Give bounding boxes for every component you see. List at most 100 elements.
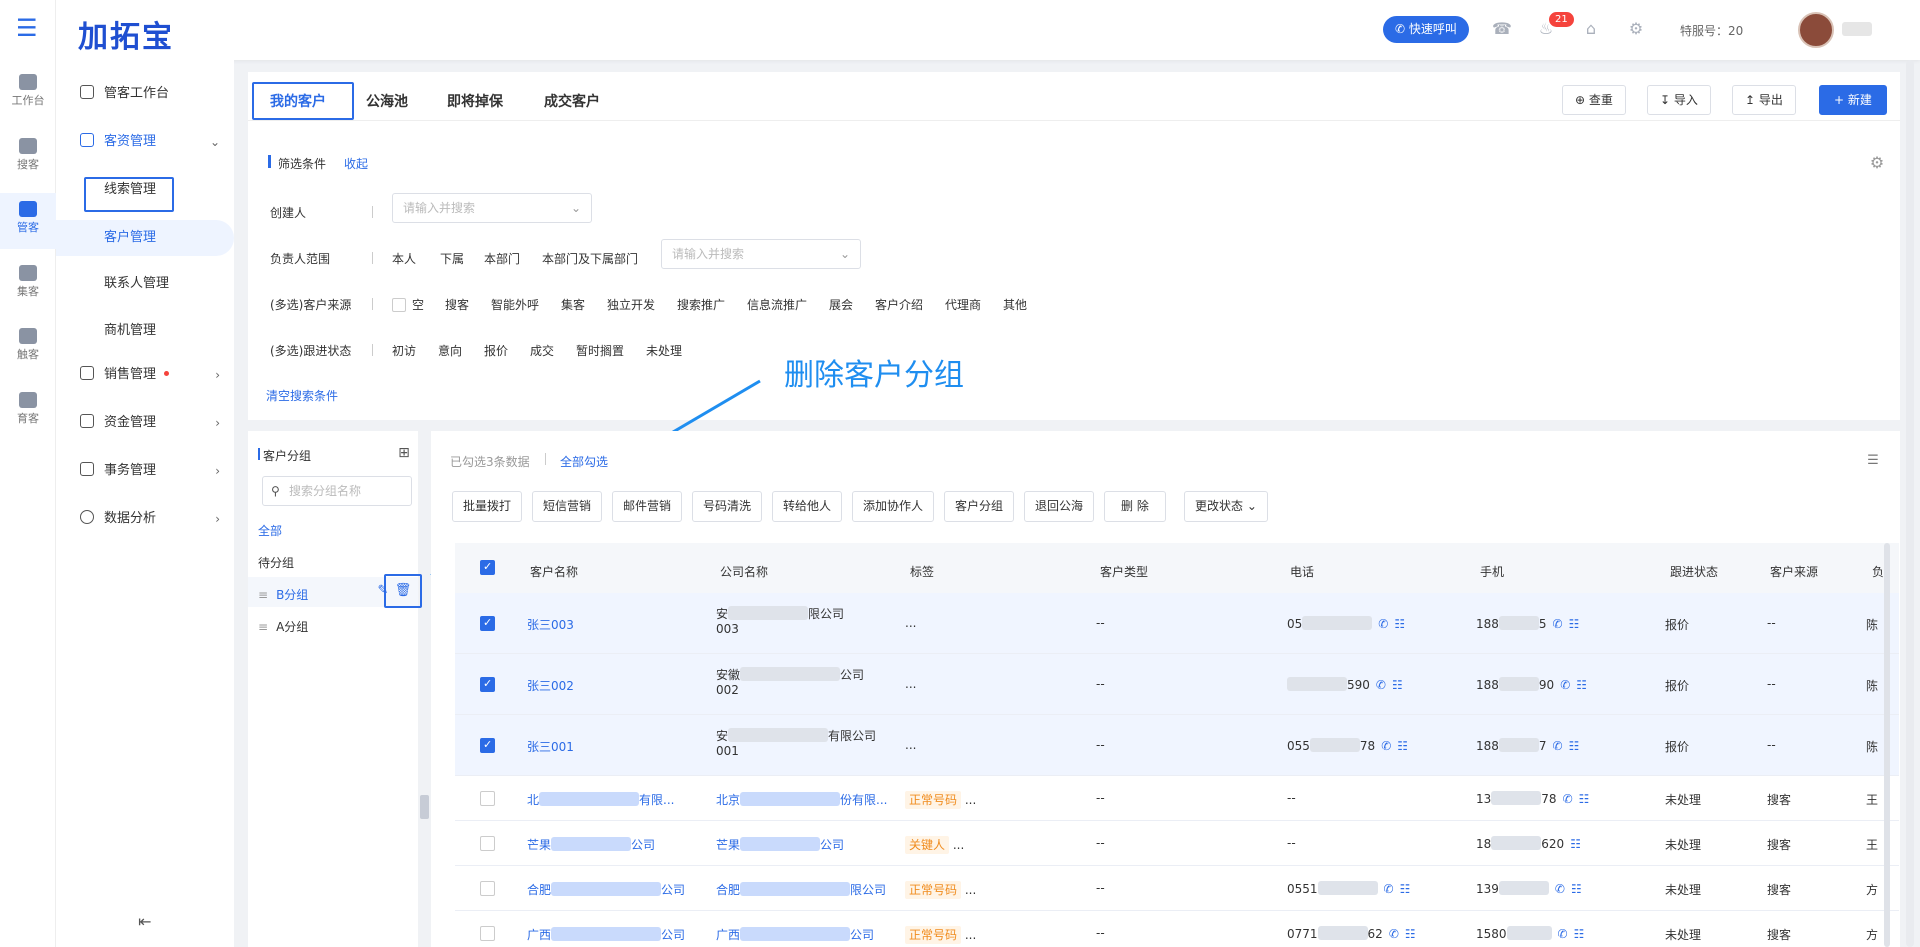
- page-scrollbar[interactable]: [1906, 60, 1914, 947]
- mobile-icon[interactable]: ☷: [1569, 617, 1580, 631]
- table-scrollbar[interactable]: [1884, 543, 1890, 947]
- change-status-button[interactable]: 更改状态 ⌄: [1184, 491, 1268, 522]
- customer-name[interactable]: 张三001: [527, 738, 574, 755]
- customer-name[interactable]: 张三002: [527, 677, 574, 694]
- tab-public-pool[interactable]: 公海池: [366, 91, 408, 111]
- phone-icon[interactable]: ✆: [1560, 678, 1570, 692]
- source-opt[interactable]: 代理商: [945, 296, 981, 313]
- import-button[interactable]: ↧ 导入: [1647, 85, 1711, 115]
- owner-opt-dept[interactable]: 本部门: [484, 250, 520, 267]
- trash-icon[interactable]: 🗑: [394, 582, 412, 600]
- mobile-icon[interactable]: ☷: [1397, 739, 1408, 753]
- phone-icon[interactable]: ✆: [1558, 927, 1568, 941]
- menu-sales[interactable]: 销售管理 ›: [56, 357, 234, 393]
- row-checkbox[interactable]: [480, 836, 495, 851]
- add-collaborator-button[interactable]: 添加协作人: [852, 491, 935, 522]
- source-opt[interactable]: 集客: [561, 296, 585, 313]
- select-all-checkbox[interactable]: [480, 560, 495, 575]
- group-b[interactable]: ≡ B分组: [258, 586, 308, 603]
- col-mobile[interactable]: 手机: [1480, 563, 1504, 580]
- owner-opt-sub[interactable]: 下属: [440, 250, 464, 267]
- mobile-icon[interactable]: ☷: [1405, 927, 1416, 941]
- source-opt[interactable]: 搜客: [445, 296, 469, 313]
- row-checkbox[interactable]: [480, 881, 495, 896]
- select-all-link[interactable]: 全部勾选: [560, 453, 608, 470]
- gear-icon[interactable]: ⚙: [1627, 20, 1645, 38]
- clear-filters-link[interactable]: 清空搜索条件: [266, 387, 338, 404]
- filter-settings-icon[interactable]: ⚙: [1868, 154, 1886, 172]
- rail-nurture[interactable]: 育客: [0, 392, 56, 436]
- follow-opt[interactable]: 报价: [484, 342, 508, 359]
- home-icon[interactable]: ⌂: [1582, 20, 1600, 38]
- source-opt[interactable]: 独立开发: [607, 296, 655, 313]
- customer-name[interactable]: 芒果 公司: [527, 836, 655, 853]
- delete-button[interactable]: 删 除: [1104, 491, 1166, 522]
- col-source[interactable]: 客户来源: [1770, 563, 1818, 580]
- headset-icon[interactable]: ☎: [1492, 20, 1512, 38]
- customer-name[interactable]: 广西 公司: [527, 926, 685, 943]
- phone-icon[interactable]: ✆: [1376, 678, 1386, 692]
- drag-handle-icon[interactable]: ≡: [258, 620, 268, 634]
- follow-opt[interactable]: 暂时搁置: [576, 342, 624, 359]
- owner-opt-self[interactable]: 本人: [392, 250, 416, 267]
- rail-search[interactable]: 搜客: [0, 138, 56, 182]
- brand-logo[interactable]: 加拓宝: [78, 12, 174, 56]
- group-all[interactable]: 全部: [258, 522, 282, 539]
- phone-icon[interactable]: ✆: [1563, 792, 1573, 806]
- mobile-icon[interactable]: ☷: [1400, 882, 1411, 896]
- source-opt[interactable]: 信息流推广: [747, 296, 807, 313]
- customer-name[interactable]: 张三003: [527, 616, 574, 633]
- mobile-icon[interactable]: ☷: [1394, 617, 1405, 631]
- menu-finance[interactable]: 资金管理 ›: [56, 405, 234, 441]
- phone-icon[interactable]: ✆: [1384, 882, 1394, 896]
- follow-opt[interactable]: 意向: [438, 342, 462, 359]
- batch-call-button[interactable]: 批量拨打: [452, 491, 523, 522]
- customer-group-button[interactable]: 客户分组: [944, 491, 1015, 522]
- menu-workbench[interactable]: 管客工作台: [56, 76, 234, 112]
- col-owner[interactable]: 负: [1872, 563, 1884, 580]
- source-opt[interactable]: 智能外呼: [491, 296, 539, 313]
- customer-name[interactable]: 合肥 公司: [527, 881, 685, 898]
- panel-collapse-handle[interactable]: [420, 795, 429, 819]
- company-name[interactable]: 广西 公司: [716, 926, 874, 943]
- rail-collect[interactable]: 集客: [0, 265, 56, 309]
- mobile-icon[interactable]: ☷: [1576, 678, 1587, 692]
- company-name[interactable]: 北京 份有限...: [716, 791, 887, 808]
- menu-contacts[interactable]: 联系人管理: [56, 266, 234, 302]
- follow-opt[interactable]: 成交: [530, 342, 554, 359]
- filter-collapse-link[interactable]: 收起: [344, 155, 368, 172]
- phone-icon[interactable]: ✆: [1553, 739, 1563, 753]
- follow-opt[interactable]: 未处理: [646, 342, 682, 359]
- mobile-icon[interactable]: ☷: [1392, 678, 1403, 692]
- owner-select[interactable]: 请输入并搜索 ⌄: [661, 239, 861, 269]
- export-button[interactable]: ↥ 导出: [1732, 85, 1796, 115]
- company-name[interactable]: 芒果 公司: [716, 836, 844, 853]
- menu-analysis[interactable]: 数据分析 ›: [56, 501, 234, 537]
- add-group-icon[interactable]: ⊞: [395, 444, 413, 462]
- number-clean-button[interactable]: 号码清洗: [692, 491, 763, 522]
- col-customer-name[interactable]: 客户名称: [530, 563, 578, 580]
- group-ungrouped[interactable]: 待分组: [258, 554, 294, 571]
- transfer-button[interactable]: 转给他人: [772, 491, 843, 522]
- row-checkbox[interactable]: [480, 738, 495, 753]
- user-name[interactable]: [1842, 22, 1872, 36]
- phone-icon[interactable]: ✆: [1381, 739, 1391, 753]
- customer-name[interactable]: 北有限...: [527, 791, 674, 808]
- drag-handle-icon[interactable]: ≡: [258, 588, 268, 602]
- phone-icon[interactable]: ✆: [1378, 617, 1388, 631]
- source-opt[interactable]: 展会: [829, 296, 853, 313]
- mobile-icon[interactable]: ☷: [1569, 739, 1580, 753]
- menu-customers[interactable]: 客户管理: [56, 220, 234, 256]
- mobile-icon[interactable]: ☷: [1571, 882, 1582, 896]
- return-pool-button[interactable]: 退回公海: [1024, 491, 1095, 522]
- tab-expiring[interactable]: 即将掉保: [447, 91, 503, 111]
- sms-button[interactable]: 短信营销: [532, 491, 603, 522]
- avatar[interactable]: [1798, 12, 1834, 48]
- phone-icon[interactable]: ✆: [1555, 882, 1565, 896]
- column-settings-icon[interactable]: ☰: [1864, 452, 1882, 470]
- owner-opt-dept-sub[interactable]: 本部门及下属部门: [542, 250, 638, 267]
- row-checkbox[interactable]: [480, 616, 495, 631]
- phone-icon[interactable]: ✆: [1389, 927, 1399, 941]
- menu-affairs[interactable]: 事务管理 ›: [56, 453, 234, 489]
- group-a[interactable]: ≡ A分组: [258, 618, 308, 635]
